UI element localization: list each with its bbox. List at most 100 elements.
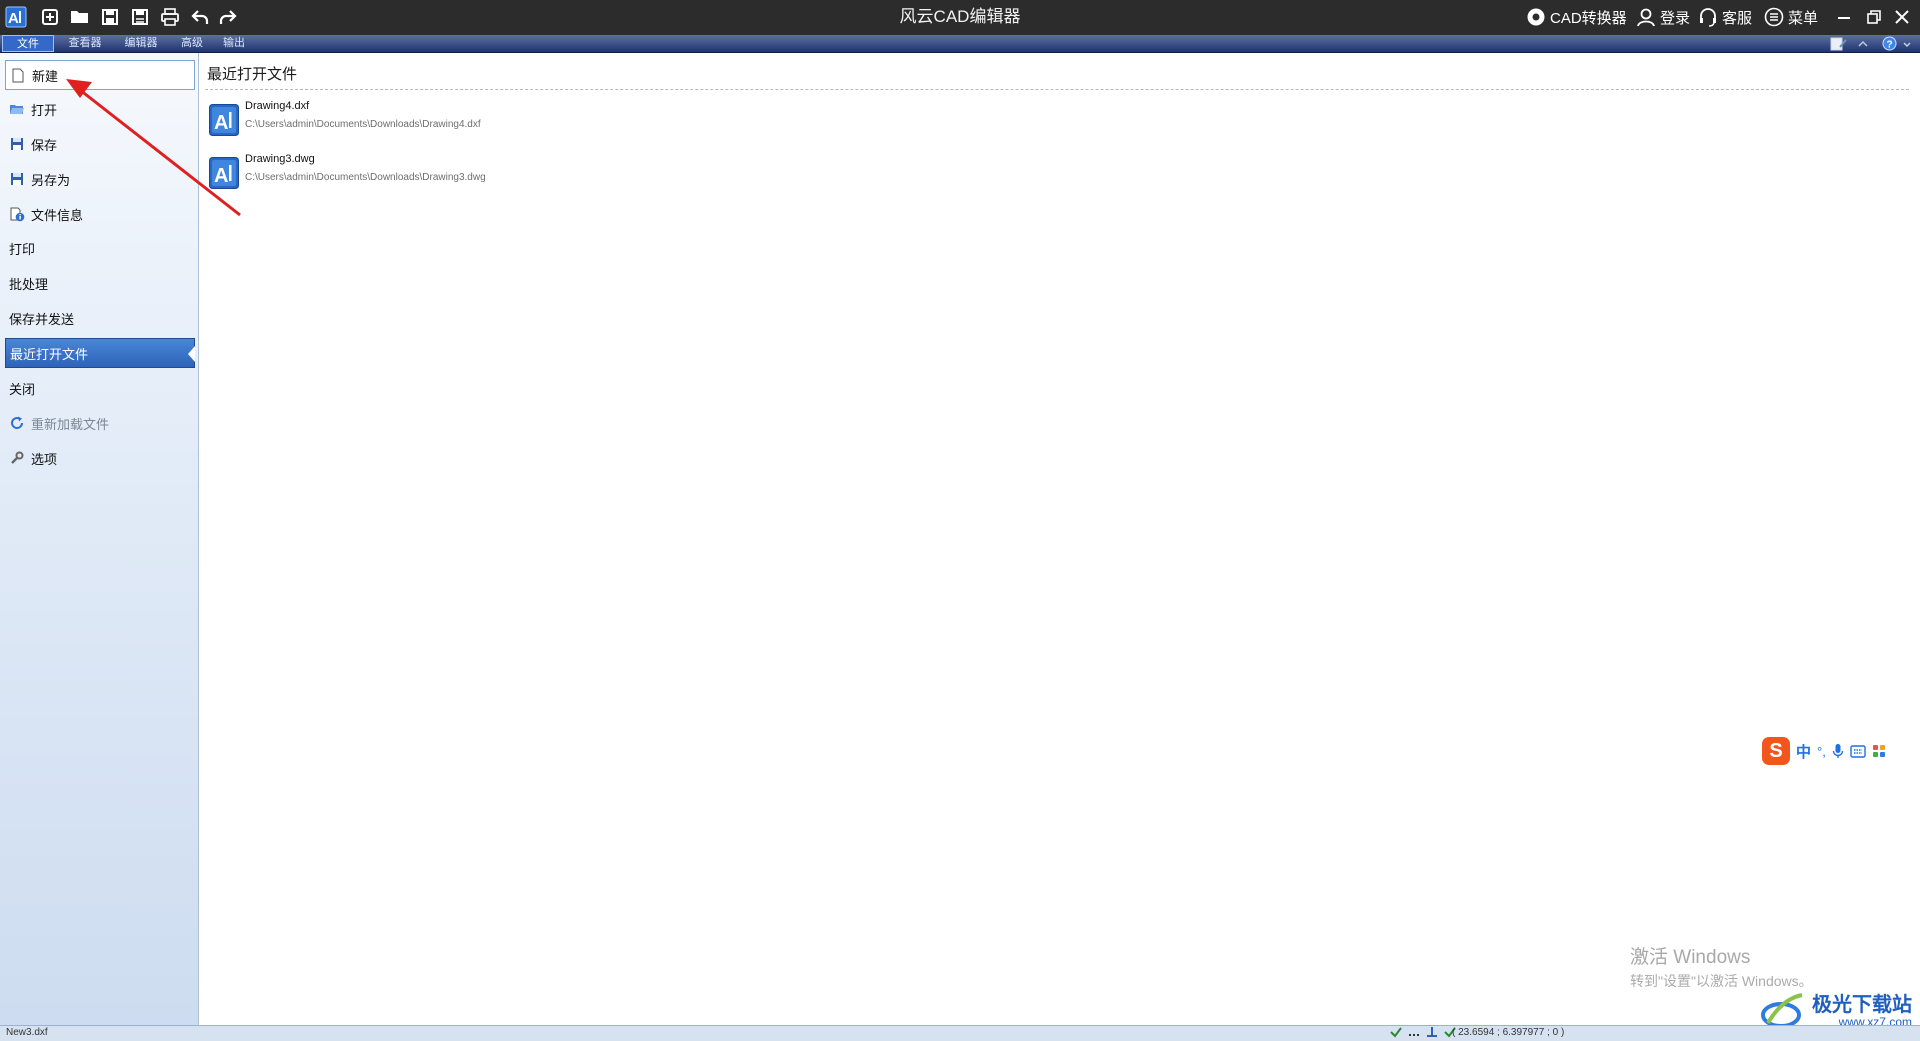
- backstage-sidebar: 新建 打开 保存 另存为 文件信息 打印 批处理 保存并发送 最近打开文件 关闭…: [0, 53, 199, 1025]
- title-bar: A 风云CAD编辑器 CAD转换器 登录 客服 菜单: [0, 0, 1920, 35]
- help-icon[interactable]: ?: [1882, 36, 1898, 51]
- recent-file-path: C:\Users\admin\Documents\Downloads\Drawi…: [245, 119, 481, 130]
- recent-file-item[interactable]: A Drawing3.dwg C:\Users\admin\Documents\…: [207, 151, 607, 197]
- open-folder-icon[interactable]: [68, 5, 92, 29]
- print-icon[interactable]: [158, 5, 182, 29]
- sidebar-item-batch[interactable]: 批处理: [5, 268, 195, 298]
- cad-file-icon: A: [209, 157, 239, 189]
- sidebar-item-open[interactable]: 打开: [5, 94, 195, 124]
- tab-file[interactable]: 文件: [2, 35, 54, 52]
- site-name: 极光下载站: [1812, 994, 1912, 1016]
- save-icon: [9, 136, 25, 152]
- sidebar-item-file-info[interactable]: 文件信息: [5, 199, 195, 229]
- sidebar-item-close[interactable]: 关闭: [5, 373, 195, 403]
- sidebar-item-label: 打印: [9, 241, 36, 257]
- status-coordinates: ( 23.6594 ; 6.397977 ; 0 ): [1452, 1027, 1565, 1038]
- support-button[interactable]: 客服: [1698, 5, 1752, 29]
- menu-icon: [1764, 7, 1784, 27]
- tab-advanced[interactable]: 高级: [176, 35, 208, 52]
- sidebar-item-label: 重新加载文件: [31, 416, 110, 432]
- converter-icon: [1527, 8, 1545, 26]
- microphone-icon[interactable]: [1832, 743, 1844, 759]
- restore-icon: [1867, 10, 1881, 24]
- ime-mode[interactable]: 中: [1796, 741, 1811, 762]
- sidebar-item-label: 打开: [31, 102, 58, 118]
- sidebar-item-new[interactable]: 新建: [5, 60, 195, 90]
- minimize-button[interactable]: [1830, 3, 1858, 31]
- active-indicator: [188, 346, 195, 362]
- style-picker-icon[interactable]: [1830, 36, 1848, 51]
- minimize-icon: [1838, 17, 1850, 19]
- login-button[interactable]: 登录: [1636, 5, 1690, 29]
- svg-text:A: A: [8, 10, 19, 27]
- grid-dots-icon[interactable]: [1408, 1026, 1420, 1038]
- reload-icon: [9, 415, 25, 431]
- redo-icon[interactable]: [216, 5, 240, 29]
- collapse-ribbon-icon[interactable]: [1856, 36, 1870, 51]
- save-as-icon[interactable]: [128, 5, 152, 29]
- cad-converter-label: CAD转换器: [1550, 9, 1627, 27]
- svg-text:?: ?: [1887, 40, 1893, 51]
- user-icon: [1637, 8, 1655, 27]
- headset-icon: [1700, 8, 1716, 27]
- svg-text:A: A: [214, 112, 228, 134]
- tab-viewer[interactable]: 查看器: [62, 35, 108, 52]
- sidebar-item-label: 选项: [31, 451, 58, 467]
- sidebar-item-options[interactable]: 选项: [5, 443, 195, 473]
- new-doc-icon: [10, 67, 26, 83]
- sidebar-item-label: 另存为: [31, 172, 71, 188]
- save-icon[interactable]: [98, 5, 122, 29]
- tab-output[interactable]: 输出: [218, 35, 250, 52]
- sidebar-item-save[interactable]: 保存: [5, 129, 195, 159]
- status-file-name: New3.dxf: [6, 1027, 48, 1038]
- sidebar-item-label: 关闭: [9, 381, 36, 397]
- wrench-icon: [9, 450, 25, 466]
- recent-file-path: C:\Users\admin\Documents\Downloads\Drawi…: [245, 172, 486, 183]
- recent-file-name: Drawing3.dwg: [245, 153, 315, 165]
- svg-text:A: A: [214, 165, 228, 187]
- app-logo-icon[interactable]: A: [4, 5, 28, 29]
- ortho-icon[interactable]: [1426, 1026, 1438, 1038]
- status-bar: New3.dxf ( 23.6594 ; 6.397977 ; 0 ): [0, 1025, 1920, 1041]
- ime-punctuation[interactable]: °,: [1817, 744, 1826, 759]
- file-info-icon: [9, 206, 25, 222]
- sidebar-item-save-and-send[interactable]: 保存并发送: [5, 303, 195, 333]
- sogou-logo-icon: S: [1762, 737, 1790, 765]
- snap-check-icon[interactable]: [1390, 1026, 1402, 1038]
- windows-activation-title: 激活 Windows: [1630, 947, 1751, 968]
- save-as-icon: [9, 171, 25, 187]
- status-snap-icons: [1390, 1026, 1456, 1038]
- cad-file-icon: A: [209, 104, 239, 136]
- recent-file-name: Drawing4.dxf: [245, 100, 310, 112]
- close-window-button[interactable]: [1888, 3, 1916, 31]
- open-icon: [9, 101, 25, 117]
- close-icon: [1895, 10, 1909, 24]
- menu-button[interactable]: 菜单: [1764, 5, 1818, 29]
- cad-converter-button[interactable]: CAD转换器: [1526, 5, 1627, 29]
- sidebar-item-label: 保存并发送: [9, 311, 75, 327]
- undo-icon[interactable]: [188, 5, 212, 29]
- tab-editor[interactable]: 编辑器: [118, 35, 164, 52]
- support-label: 客服: [1722, 9, 1753, 27]
- menu-label: 菜单: [1788, 9, 1819, 27]
- skin-grid-icon[interactable]: [1872, 744, 1886, 758]
- ribbon-tab-bar: 文件 查看器 编辑器 高级 输出 ?: [0, 35, 1920, 53]
- sidebar-item-recent-files[interactable]: 最近打开文件: [5, 338, 195, 368]
- keyboard-icon[interactable]: [1850, 744, 1866, 758]
- ime-toolbar[interactable]: S 中 °,: [1762, 736, 1886, 766]
- sidebar-item-label: 保存: [31, 137, 58, 153]
- sidebar-item-reload[interactable]: 重新加载文件: [5, 408, 195, 438]
- recent-file-item[interactable]: A Drawing4.dxf C:\Users\admin\Documents\…: [207, 98, 607, 144]
- section-title: 最近打开文件: [207, 66, 298, 83]
- help-dropdown-icon[interactable]: [1902, 36, 1912, 51]
- sidebar-item-label: 最近打开文件: [10, 346, 89, 362]
- restore-button[interactable]: [1860, 3, 1888, 31]
- window-title: 风云CAD编辑器: [899, 7, 1021, 26]
- sidebar-item-save-as[interactable]: 另存为: [5, 164, 195, 194]
- login-label: 登录: [1660, 9, 1691, 27]
- recent-files-panel: 最近打开文件 A Drawing4.dxf C:\Users\admin\Doc…: [199, 53, 1913, 1025]
- sidebar-item-print[interactable]: 打印: [5, 233, 195, 263]
- sidebar-item-label: 新建: [32, 68, 59, 84]
- new-file-icon[interactable]: [38, 5, 62, 29]
- section-divider: [205, 89, 1909, 90]
